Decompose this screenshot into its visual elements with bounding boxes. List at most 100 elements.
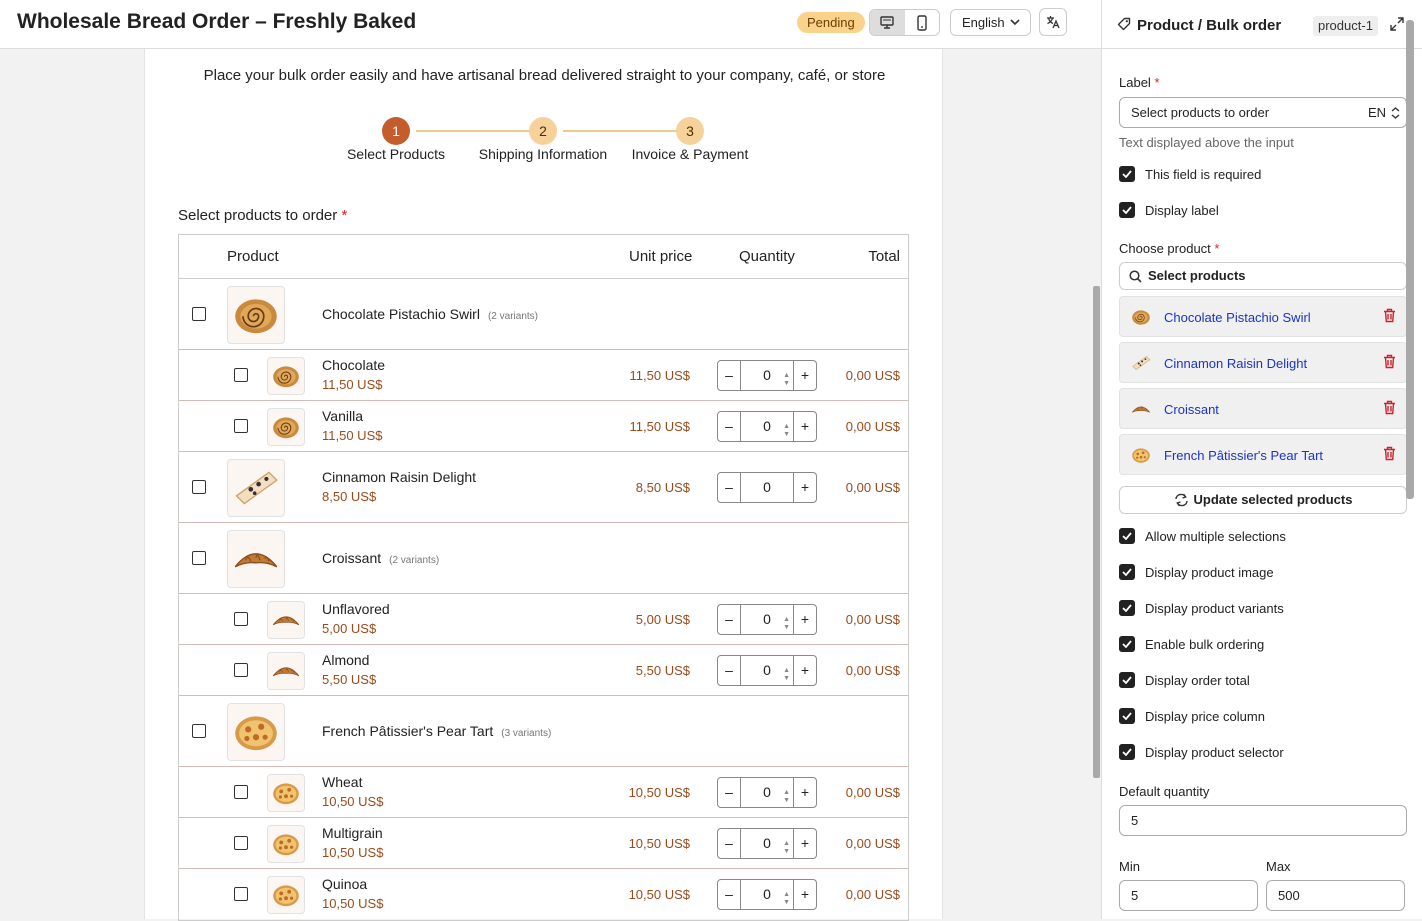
- field-id-badge: product-1: [1313, 16, 1378, 36]
- delete-product-button[interactable]: [1383, 400, 1396, 420]
- quantity-input[interactable]: 0 ▲ ▼: [741, 886, 793, 906]
- row-checkbox[interactable]: [234, 835, 248, 850]
- max-input[interactable]: 500: [1266, 880, 1405, 911]
- step-3-dot[interactable]: 3: [676, 117, 704, 145]
- variant-row: Almond 5,50 US$ 5,50 US$ – 0 ▲ ▼ +0,00 US$: [179, 645, 908, 696]
- quantity-value: 0: [763, 418, 771, 434]
- selected-product-link[interactable]: Chocolate Pistachio Swirl: [1164, 310, 1311, 325]
- selected-product-link[interactable]: Cinnamon Raisin Delight: [1164, 356, 1307, 371]
- table-body: Chocolate Pistachio Swirl (2 variants) Cho…: [179, 279, 908, 920]
- min-input[interactable]: 5: [1119, 880, 1258, 911]
- row-checkbox[interactable]: [234, 886, 248, 901]
- panel-scrollbar[interactable]: [1406, 20, 1414, 499]
- decrement-button[interactable]: –: [718, 879, 741, 909]
- step-1-dot[interactable]: 1: [382, 117, 410, 145]
- row-checkbox[interactable]: [192, 306, 206, 321]
- label-lang: EN: [1367, 105, 1386, 120]
- translate-button[interactable]: [1039, 8, 1067, 36]
- checkbox-checked-icon: [1119, 166, 1135, 182]
- row-checkbox[interactable]: [234, 611, 248, 626]
- option-checkbox[interactable]: Display order total: [1119, 672, 1250, 688]
- quantity-input[interactable]: 0: [741, 479, 793, 495]
- tart-image: [273, 833, 299, 855]
- row-checkbox[interactable]: [192, 550, 206, 565]
- decrement-button[interactable]: –: [718, 777, 741, 807]
- quantity-stepper[interactable]: – 0 ▲ ▼ +: [717, 878, 817, 910]
- option-checkbox[interactable]: Display product selector: [1119, 744, 1284, 760]
- tart-image: [273, 782, 299, 804]
- mobile-view-button[interactable]: [905, 10, 940, 35]
- row-total: 0,00 US$: [845, 784, 900, 800]
- option-checkbox[interactable]: Display product image: [1119, 564, 1274, 580]
- quantity-input[interactable]: 0 ▲ ▼: [741, 662, 793, 682]
- desktop-view-button[interactable]: [870, 10, 905, 35]
- increment-button[interactable]: +: [793, 655, 816, 685]
- increment-button[interactable]: +: [793, 472, 816, 502]
- increment-button[interactable]: +: [793, 604, 816, 634]
- quantity-value: 0: [763, 835, 771, 851]
- option-checkbox[interactable]: Enable bulk ordering: [1119, 636, 1264, 652]
- quantity-stepper[interactable]: – 0 ▲ ▼ +: [717, 654, 817, 686]
- unit-price: 10,50 US$: [628, 835, 690, 851]
- increment-button[interactable]: +: [793, 777, 816, 807]
- row-total: 0,00 US$: [845, 835, 900, 851]
- product-price: 8,50 US$: [322, 488, 377, 504]
- update-products-button[interactable]: Update selected products: [1119, 486, 1407, 514]
- delete-product-button[interactable]: [1383, 354, 1396, 374]
- checkbox-checked-icon: [1119, 564, 1135, 580]
- product-name: Wheat: [322, 773, 363, 790]
- delete-product-button[interactable]: [1383, 446, 1396, 466]
- row-checkbox[interactable]: [234, 784, 248, 799]
- quantity-stepper[interactable]: – 0 ▲ ▼ +: [717, 827, 817, 859]
- product-thumbnail: [267, 356, 305, 395]
- step-2-dot[interactable]: 2: [529, 117, 557, 145]
- option-checkbox[interactable]: This field is required: [1119, 166, 1261, 182]
- option-checkbox[interactable]: Allow multiple selections: [1119, 528, 1286, 544]
- row-checkbox[interactable]: [192, 723, 206, 738]
- label-input[interactable]: Select products to order EN: [1119, 97, 1407, 128]
- row-checkbox[interactable]: [234, 418, 248, 433]
- increment-button[interactable]: +: [793, 360, 816, 390]
- decrement-button[interactable]: –: [718, 604, 741, 634]
- form-intro: Place your bulk order easily and have ar…: [203, 67, 886, 84]
- quantity-stepper[interactable]: – 0 ▲ ▼ +: [717, 359, 817, 391]
- product-search-input[interactable]: Select products: [1119, 262, 1407, 290]
- quantity-input[interactable]: 0 ▲ ▼: [741, 835, 793, 855]
- selected-product-link[interactable]: Croissant: [1164, 402, 1219, 417]
- quantity-stepper[interactable]: – 0 ▲ ▼ +: [717, 776, 817, 808]
- variant-count: (3 variants): [501, 727, 552, 739]
- decrement-button[interactable]: –: [718, 360, 741, 390]
- delete-product-button[interactable]: [1383, 308, 1396, 328]
- option-checkbox[interactable]: Display label: [1119, 202, 1219, 218]
- quantity-input[interactable]: 0 ▲ ▼: [741, 418, 793, 438]
- canvas-scrollbar[interactable]: [1093, 286, 1100, 778]
- quantity-input[interactable]: 0 ▲ ▼: [741, 367, 793, 387]
- row-checkbox[interactable]: [192, 479, 206, 494]
- decrement-button[interactable]: –: [718, 828, 741, 858]
- variant-row: Unflavored 5,00 US$ 5,00 US$ – 0 ▲ ▼ +0,00 US$: [179, 594, 908, 645]
- language-select[interactable]: English: [950, 9, 1031, 36]
- quantity-stepper[interactable]: – 0 ▲ ▼ +: [717, 410, 817, 442]
- row-checkbox[interactable]: [234, 367, 248, 382]
- option-checkbox[interactable]: Display price column: [1119, 708, 1265, 724]
- quantity-stepper[interactable]: – 0 ▲ ▼ +: [717, 603, 817, 635]
- selected-product-link[interactable]: French Pâtissier's Pear Tart: [1164, 448, 1323, 463]
- product-price: 10,50 US$: [322, 844, 384, 860]
- quantity-stepper[interactable]: – 0 +: [717, 471, 817, 503]
- product-thumbnail: [267, 600, 305, 639]
- row-checkbox[interactable]: [234, 662, 248, 677]
- quantity-input[interactable]: 0 ▲ ▼: [741, 611, 793, 631]
- unit-price: 5,00 US$: [635, 611, 690, 627]
- increment-button[interactable]: +: [793, 879, 816, 909]
- quantity-input[interactable]: 0 ▲ ▼: [741, 784, 793, 804]
- decrement-button[interactable]: –: [718, 472, 741, 502]
- decrement-button[interactable]: –: [718, 411, 741, 441]
- product-price: 11,50 US$: [322, 376, 383, 392]
- option-checkbox[interactable]: Display product variants: [1119, 600, 1284, 616]
- variant-row: Vanilla 11,50 US$ 11,50 US$ – 0 ▲ ▼ +0,00 US$: [179, 401, 908, 452]
- increment-button[interactable]: +: [793, 828, 816, 858]
- increment-button[interactable]: +: [793, 411, 816, 441]
- expand-icon[interactable]: [1390, 17, 1404, 31]
- decrement-button[interactable]: –: [718, 655, 741, 685]
- default-quantity-input[interactable]: 5: [1119, 805, 1407, 836]
